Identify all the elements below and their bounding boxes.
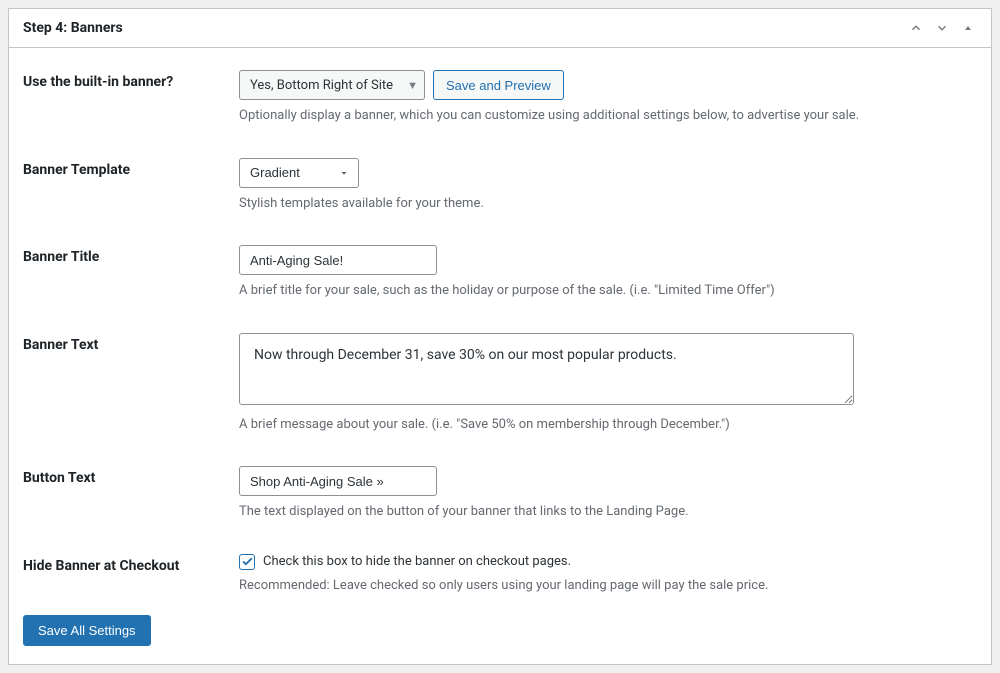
content-text: A brief message about your sale. (i.e. "… — [239, 333, 977, 435]
row-hide-checkout: Hide Banner at Checkout Check this box t… — [23, 530, 977, 604]
label-template: Banner Template — [23, 158, 239, 178]
row-template: Banner Template Gradient Stylish templat… — [23, 134, 977, 222]
row-builtin-banner: Use the built-in banner? Yes, Bottom Rig… — [23, 56, 977, 134]
panel-controls — [907, 19, 977, 37]
row-title: Banner Title A brief title for your sale… — [23, 221, 977, 309]
row-text: Banner Text A brief message about your s… — [23, 309, 977, 443]
hide-checkout-checkbox[interactable] — [239, 554, 255, 570]
content-button-text: The text displayed on the button of your… — [239, 466, 977, 522]
builtin-select-value: Yes, Bottom Right of Site — [250, 78, 393, 93]
checkbox-row: Check this box to hide the banner on che… — [239, 554, 977, 570]
row-button-text: Button Text The text displayed on the bu… — [23, 442, 977, 530]
help-template: Stylish templates available for your the… — [239, 194, 977, 214]
help-button-text: The text displayed on the button of your… — [239, 502, 977, 522]
help-title: A brief title for your sale, such as the… — [239, 281, 977, 301]
content-template: Gradient Stylish templates available for… — [239, 158, 977, 214]
title-input[interactable] — [239, 245, 437, 275]
chevron-down-icon[interactable] — [933, 19, 951, 37]
builtin-banner-select[interactable]: Yes, Bottom Right of Site ▼ — [239, 70, 425, 100]
panel-header: Step 4: Banners — [9, 9, 991, 48]
label-builtin-banner: Use the built-in banner? — [23, 70, 239, 90]
label-text: Banner Text — [23, 333, 239, 353]
caret-up-icon[interactable] — [959, 19, 977, 37]
help-text: A brief message about your sale. (i.e. "… — [239, 415, 977, 435]
content-hide-checkout: Check this box to hide the banner on che… — [239, 554, 977, 596]
label-title: Banner Title — [23, 245, 239, 265]
panel-title: Step 4: Banners — [23, 20, 123, 36]
save-all-button[interactable]: Save All Settings — [23, 615, 151, 646]
template-select[interactable]: Gradient — [239, 158, 359, 188]
chevron-up-icon[interactable] — [907, 19, 925, 37]
panel-body: Use the built-in banner? Yes, Bottom Rig… — [9, 48, 991, 664]
button-text-input[interactable] — [239, 466, 437, 496]
content-title: A brief title for your sale, such as the… — [239, 245, 977, 301]
inline-builtin: Yes, Bottom Right of Site ▼ Save and Pre… — [239, 70, 977, 100]
label-hide-checkout: Hide Banner at Checkout — [23, 554, 239, 574]
caret-down-icon: ▼ — [407, 79, 418, 92]
banners-panel: Step 4: Banners Use the built-in banner?… — [8, 8, 992, 665]
save-row: Save All Settings — [23, 603, 977, 646]
hide-checkbox-label: Check this box to hide the banner on che… — [263, 554, 571, 569]
label-button-text: Button Text — [23, 466, 239, 486]
text-textarea[interactable] — [239, 333, 854, 405]
save-preview-button[interactable]: Save and Preview — [433, 70, 564, 100]
help-builtin: Optionally display a banner, which you c… — [239, 106, 977, 126]
help-hide: Recommended: Leave checked so only users… — [239, 576, 977, 596]
content-builtin-banner: Yes, Bottom Right of Site ▼ Save and Pre… — [239, 70, 977, 126]
